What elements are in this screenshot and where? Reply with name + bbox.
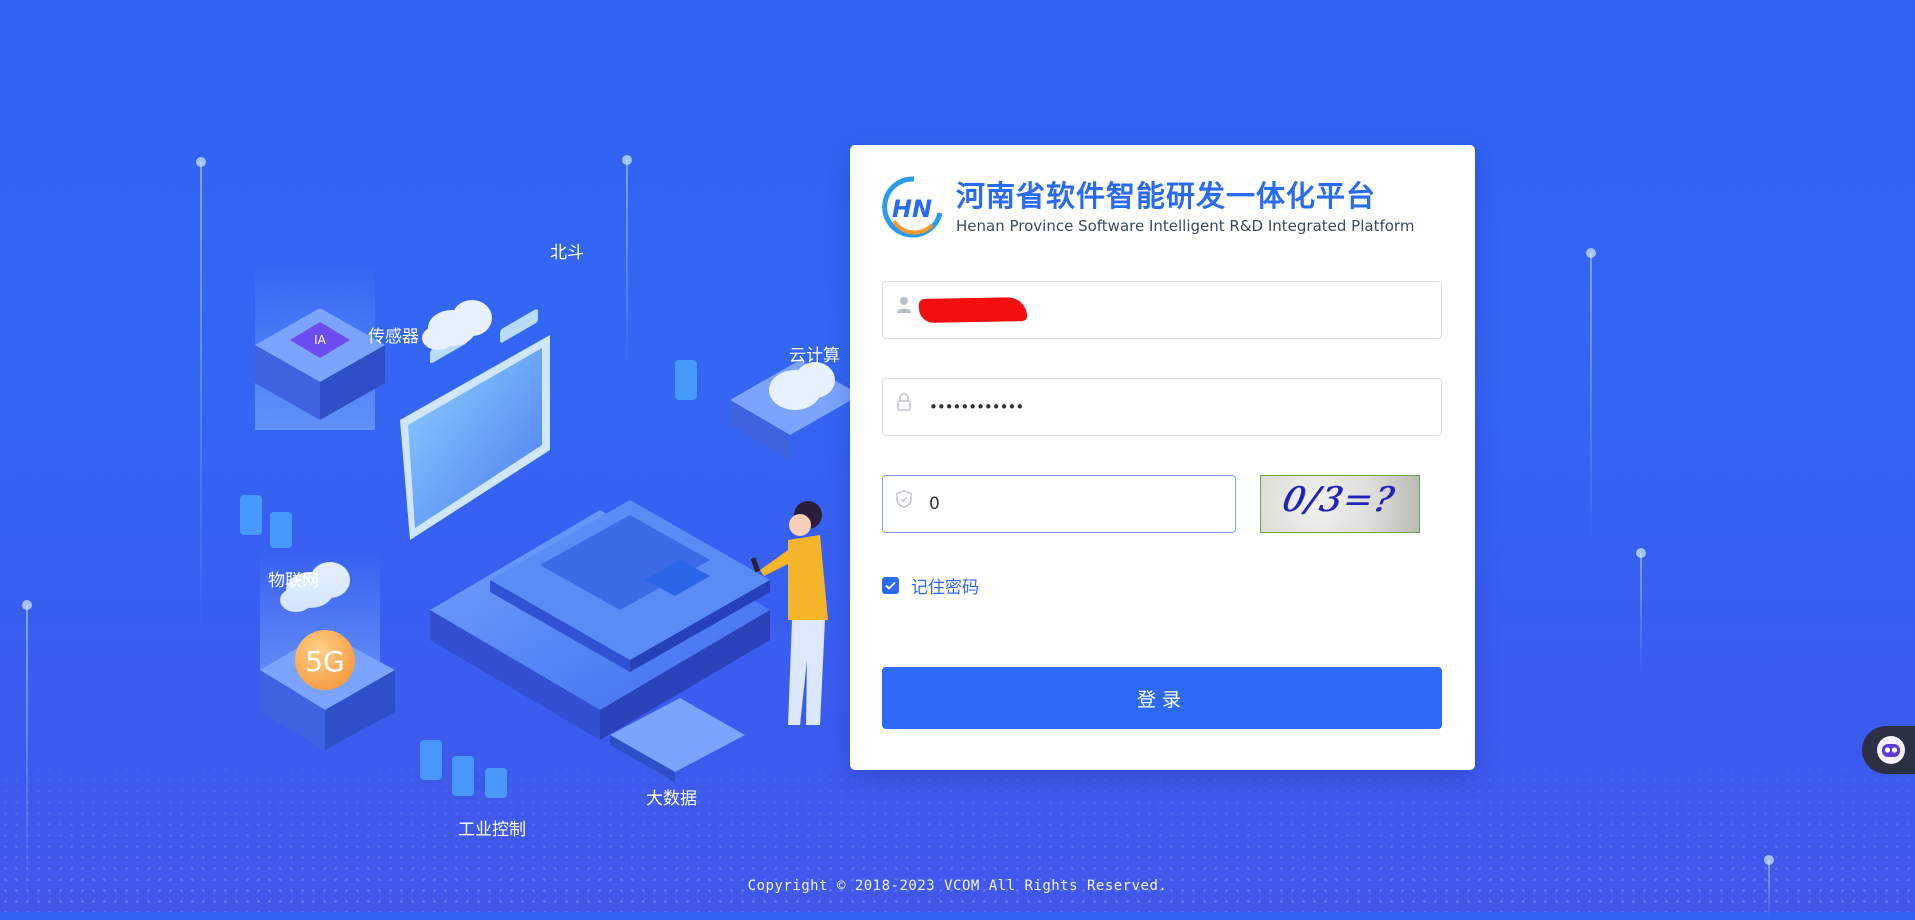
robot-face-icon (1877, 736, 1905, 764)
svg-text:IA: IA (314, 333, 327, 347)
isometric-platform-illustration: IA 5G (240, 260, 860, 798)
password-field[interactable] (882, 378, 1442, 436)
remember-password[interactable]: 记住密码 (882, 573, 979, 598)
captcha-field[interactable] (882, 475, 1236, 533)
light-pole (1586, 248, 1596, 543)
shield-icon (883, 476, 925, 532)
captcha-image[interactable]: 0/3=? (1260, 475, 1420, 533)
lock-icon (883, 379, 925, 435)
captcha-input[interactable] (925, 476, 1235, 532)
login-card: HN 河南省软件智能研发一体化平台 Henan Province Softwar… (850, 145, 1475, 770)
remember-checkbox[interactable] (882, 577, 899, 594)
redaction-mark (918, 297, 1028, 323)
light-pole (196, 157, 206, 642)
copyright-text: Copyright © 2018-2023 VCOM All Rights Re… (747, 878, 1168, 894)
tech-illustration: IA 5G 北斗 传感器 云计算 物联网 工业控制 大数据 (240, 220, 860, 840)
username-field[interactable] (882, 281, 1442, 339)
platform-logo: HN 河南省软件智能研发一体化平台 Henan Province Softwar… (880, 175, 1414, 239)
label-sensor: 传感器 (368, 327, 419, 347)
platform-subtitle: Henan Province Software Intelligent R&D … (956, 217, 1415, 235)
label-beidou: 北斗 (550, 243, 584, 263)
svg-text:5G: 5G (305, 645, 345, 678)
password-input[interactable] (925, 379, 1441, 435)
svg-text:HN: HN (892, 195, 932, 223)
captcha-image-text: 0/3=? (1278, 480, 1399, 520)
label-industrial-control: 工业控制 (458, 820, 526, 840)
light-pole (1636, 548, 1646, 673)
hn-logo-icon: HN (882, 176, 943, 238)
floating-assistant-button[interactable] (1862, 726, 1915, 774)
login-button[interactable]: 登录 (882, 667, 1442, 729)
label-iot: 物联网 (268, 571, 319, 591)
platform-title: 河南省软件智能研发一体化平台 (956, 179, 1377, 213)
light-pole (22, 600, 32, 905)
check-icon (885, 581, 896, 590)
label-big-data: 大数据 (646, 789, 697, 809)
remember-label: 记住密码 (911, 578, 979, 598)
label-cloud-computing: 云计算 (789, 346, 840, 366)
